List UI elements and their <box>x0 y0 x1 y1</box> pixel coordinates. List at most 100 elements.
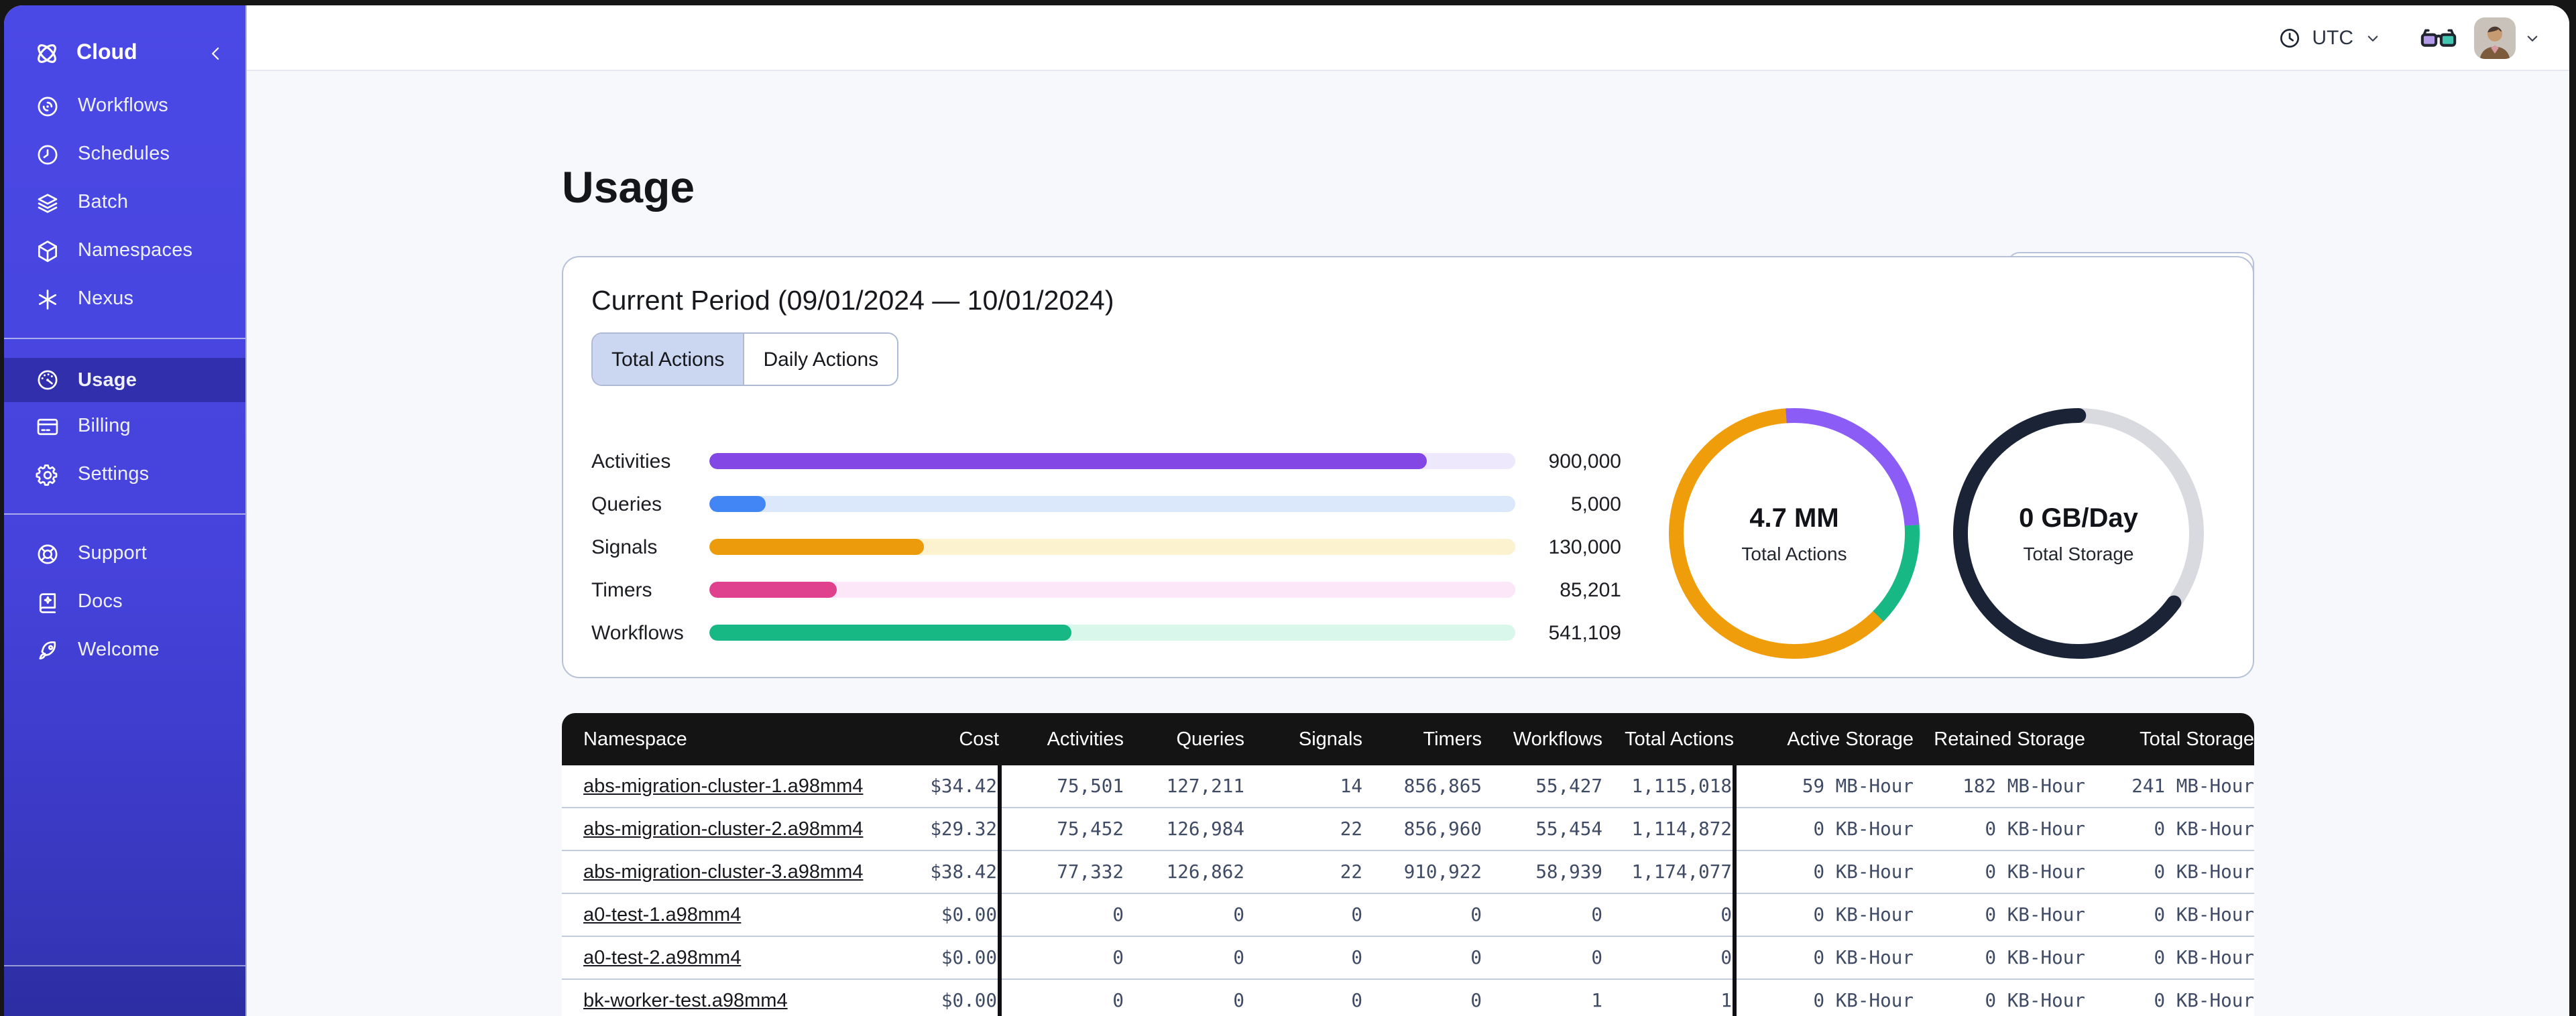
cell-timers: 910,922 <box>1362 850 1482 894</box>
sidebar-item-usage[interactable]: Usage <box>4 358 245 402</box>
cell-cost: $0.00 <box>897 979 999 1016</box>
sidebar-item-label: Namespaces <box>78 240 193 261</box>
table-row: abs-migration-cluster-3.a98mm4 $38.42 77,3… <box>562 850 2254 894</box>
cell-cost: $29.32 <box>897 808 999 851</box>
sidebar-item-settings[interactable]: Settings <box>4 454 245 495</box>
bar-label: Timers <box>591 578 652 601</box>
cell-workflows: 0 <box>1482 936 1602 980</box>
cell-retained-storage: 0 KB-Hour <box>1914 808 2085 851</box>
user-menu[interactable] <box>2474 17 2542 58</box>
sidebar-item-support[interactable]: Support <box>4 533 245 574</box>
table-row: a0-test-2.a98mm4 $0.00 0 0 0 0 0 0 0 KB-Hour 0 KB… <box>562 936 2254 980</box>
cell-activities: 0 <box>997 979 1124 1016</box>
sidebar-item-billing[interactable]: Billing <box>4 406 245 446</box>
sidebar-item-docs[interactable]: Docs <box>4 582 245 622</box>
brand[interactable]: Cloud <box>4 32 245 75</box>
sidebar-item-workflows[interactable]: Workflows <box>4 86 245 126</box>
clock-icon <box>2277 25 2302 50</box>
sidebar-item-label: Settings <box>78 464 150 485</box>
donut-center-label: Total Storage <box>2023 542 2134 564</box>
sidebar-item-namespaces[interactable]: Namespaces <box>4 231 245 271</box>
sidebar-item-welcome[interactable]: Welcome <box>4 630 245 670</box>
cell-total-actions: 1,114,872 <box>1602 808 1734 851</box>
table-row: abs-migration-cluster-1.a98mm4 $34.42 75,5… <box>562 765 2254 808</box>
card-title: Current Period (09/01/2024 — 10/01/2024) <box>591 285 1114 316</box>
cell-active-storage: 0 KB-Hour <box>1732 893 1914 937</box>
bar-row-signals: Signals 130,000 <box>591 525 1621 568</box>
sidebar-item-label: Batch <box>78 192 129 213</box>
sidebar-item-label: Schedules <box>78 143 170 165</box>
main-area: Usage Current Period Current Period (09/… <box>247 71 2569 1016</box>
tab-daily-actions[interactable]: Daily Actions <box>743 334 898 385</box>
current-period-card: Current Period (09/01/2024 — 10/01/2024)… <box>562 256 2254 678</box>
bar-value: 130,000 <box>1548 535 1621 558</box>
namespace-link[interactable]: a0-test-2.a98mm4 <box>583 947 741 968</box>
cell-namespace: a0-test-1.a98mm4 <box>562 893 897 937</box>
cell-namespace: a0-test-2.a98mm4 <box>562 936 897 980</box>
cell-cost: $38.42 <box>897 850 999 894</box>
page-title: Usage <box>562 162 695 212</box>
cell-retained-storage: 0 KB-Hour <box>1914 979 2085 1016</box>
schedules-icon <box>35 141 60 167</box>
sidebar-item-schedules[interactable]: Schedules <box>4 134 245 174</box>
support-icon <box>35 541 60 566</box>
sidebar-item-label: Usage <box>78 369 137 391</box>
billing-icon <box>35 414 60 439</box>
cell-timers: 0 <box>1362 936 1482 980</box>
tab-total-actions[interactable]: Total Actions <box>593 334 744 385</box>
sidebar: Cloud Workflows Schedules Batch Namespaces N… <box>4 5 247 1016</box>
donut-center-value: 4.7 MM <box>1749 503 1839 533</box>
timezone-label: UTC <box>2312 26 2353 49</box>
feedback-glasses-button[interactable] <box>2418 17 2458 58</box>
cell-namespace: abs-migration-cluster-3.a98mm4 <box>562 850 897 894</box>
bar-row-timers: Timers 85,201 <box>591 568 1621 611</box>
bar-row-queries: Queries 5,000 <box>591 483 1621 525</box>
namespace-link[interactable]: abs-migration-cluster-2.a98mm4 <box>583 818 863 840</box>
sidebar-item-label: Support <box>78 543 147 564</box>
actions-tab-group: Total Actions Daily Actions <box>591 332 899 386</box>
cell-cost: $34.42 <box>897 765 999 808</box>
cell-timers: 856,865 <box>1362 765 1482 808</box>
bar-value: 85,201 <box>1560 578 1621 601</box>
cell-activities: 0 <box>997 936 1124 980</box>
sidebar-collapse-button[interactable] <box>205 43 227 64</box>
col-total-actions: Total Actions <box>1602 713 1734 765</box>
cell-cost: $0.00 <box>897 936 999 980</box>
namespace-link[interactable]: bk-worker-test.a98mm4 <box>583 990 788 1011</box>
namespace-link[interactable]: a0-test-1.a98mm4 <box>583 904 741 926</box>
sidebar-item-label: Welcome <box>78 639 160 661</box>
timezone-selector[interactable]: UTC <box>2277 25 2383 50</box>
cell-retained-storage: 182 MB-Hour <box>1914 765 2085 808</box>
sidebar-item-nexus[interactable]: Nexus <box>4 279 245 319</box>
sidebar-item-batch[interactable]: Batch <box>4 182 245 223</box>
settings-icon <box>35 462 60 487</box>
docs-icon <box>35 589 60 615</box>
sidebar-nav-main: Workflows Schedules Batch Namespaces Nexus <box>4 86 245 319</box>
bar-track <box>709 539 1515 555</box>
total-storage-donut: 0 GB/Day Total Storage <box>1947 402 2210 665</box>
cell-signals: 22 <box>1244 850 1362 894</box>
sidebar-divider <box>4 513 245 515</box>
bar-fill <box>709 496 766 512</box>
screen: Cloud Workflows Schedules Batch Namespaces N… <box>0 0 2576 1016</box>
cell-signals: 14 <box>1244 765 1362 808</box>
cell-queries: 126,984 <box>1124 808 1244 851</box>
bar-label: Activities <box>591 450 671 472</box>
namespace-link[interactable]: abs-migration-cluster-3.a98mm4 <box>583 861 863 883</box>
topbar: UTC <box>247 5 2569 71</box>
namespace-link[interactable]: abs-migration-cluster-1.a98mm4 <box>583 775 863 797</box>
cell-active-storage: 0 KB-Hour <box>1732 808 1914 851</box>
cell-cost: $0.00 <box>897 893 999 937</box>
bar-track <box>709 625 1515 641</box>
sidebar-nav-help: Support Docs Welcome <box>4 533 245 670</box>
bar-value: 900,000 <box>1548 450 1621 472</box>
cell-total-storage: 0 KB-Hour <box>2085 936 2254 980</box>
cell-queries: 0 <box>1124 979 1244 1016</box>
cell-workflows: 55,454 <box>1482 808 1602 851</box>
cell-active-storage: 59 MB-Hour <box>1732 765 1914 808</box>
cell-total-actions: 1 <box>1602 979 1734 1016</box>
sidebar-footer <box>4 965 245 1016</box>
cell-queries: 127,211 <box>1124 765 1244 808</box>
cell-retained-storage: 0 KB-Hour <box>1914 936 2085 980</box>
sidebar-divider <box>4 338 245 339</box>
